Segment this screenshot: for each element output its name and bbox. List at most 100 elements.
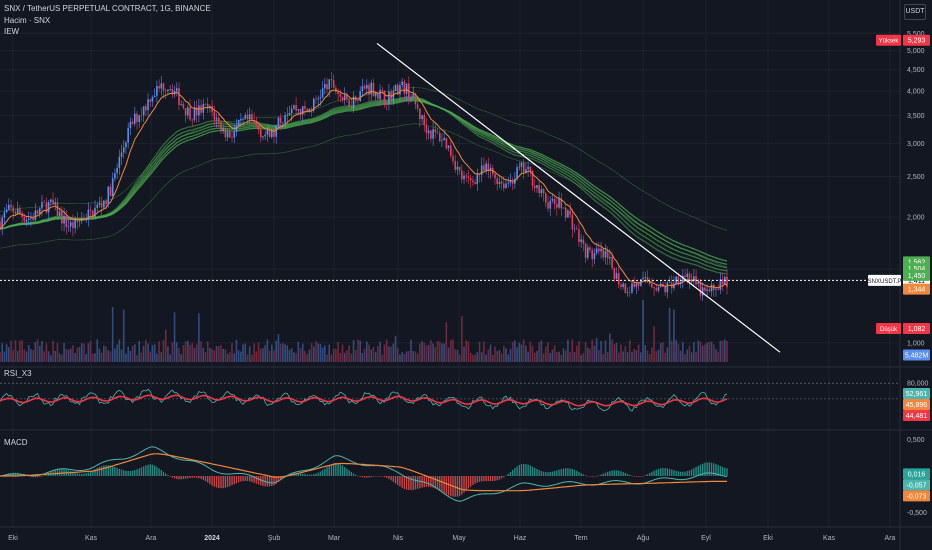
macd-histogram-bar (660, 468, 662, 476)
candle-body (416, 104, 419, 109)
level-price-label: 1,344 (908, 287, 926, 294)
volume-bar (527, 351, 529, 362)
candle-body (63, 215, 65, 224)
volume-bar (489, 344, 492, 362)
extreme-tag-low: Düşük (880, 327, 898, 333)
volume-bar (286, 345, 289, 362)
candle-body (496, 178, 498, 184)
candle-body (317, 98, 320, 100)
volume-bar (357, 339, 359, 362)
volume-bar (423, 342, 426, 362)
candle-body (304, 106, 306, 109)
volume-bar (352, 340, 355, 362)
volume-bar (142, 345, 145, 362)
candle-body (3, 212, 6, 218)
macd-histogram-bar (653, 470, 655, 476)
volume-bar (556, 351, 558, 362)
y-tick-label: 3,000 (907, 141, 925, 148)
rsi-value-label: 52,961 (906, 391, 928, 398)
volume-bar (381, 354, 384, 362)
volume-bar (337, 342, 339, 362)
trading-chart[interactable]: 5,5005,0004,5004,0003,5003,0002,5002,000… (0, 0, 932, 550)
macd-histogram-bar (611, 470, 613, 476)
volume-bar (560, 354, 563, 362)
volume-bar (100, 352, 103, 362)
macd-histogram-bar (341, 465, 344, 476)
volume-bar (14, 340, 17, 362)
candle-body (366, 84, 368, 89)
macd-histogram-bar (313, 474, 315, 476)
candle-body (264, 134, 266, 137)
candle-body (465, 175, 468, 177)
candle-body (571, 214, 574, 230)
candle-body (122, 147, 125, 153)
macd-histogram-bar (721, 466, 724, 476)
volume-bar (710, 341, 713, 362)
candle-body (184, 108, 187, 116)
macd-histogram-bar (489, 476, 492, 482)
volume-bar (69, 348, 72, 362)
volume-bar (545, 346, 547, 362)
macd-histogram-bar (233, 476, 235, 485)
volume-bar (198, 313, 200, 362)
volume-bar (264, 345, 266, 362)
macd-histogram-bar (500, 476, 503, 479)
candle-body (538, 185, 540, 194)
macd-histogram-bar (361, 476, 364, 478)
macd-histogram-bar (379, 476, 381, 477)
volume-bar (487, 349, 490, 362)
macd-histogram-bar (195, 476, 198, 478)
candle-body (204, 103, 207, 105)
volume-bar (224, 349, 227, 362)
macd-histogram-bar (328, 465, 330, 476)
macd-histogram-bar (377, 476, 379, 477)
currency-button[interactable]: USDT (904, 4, 926, 20)
y-tick-label: 2,000 (907, 214, 925, 221)
macd-histogram-bar (215, 476, 218, 488)
candle-body (580, 239, 582, 243)
macd-histogram-bar (624, 472, 627, 476)
indicator-legend: IEW (4, 27, 20, 36)
candle-body (343, 94, 346, 101)
volume-bar (32, 349, 34, 362)
macd-tick-label: 0,500 (907, 437, 925, 444)
symbol-tag: SNXUSDT.P (868, 279, 902, 285)
candle-body (598, 248, 600, 252)
volume-bar (403, 353, 406, 362)
volume-bar (195, 344, 198, 362)
macd-histogram-bar (690, 469, 693, 476)
candle-body (452, 155, 454, 162)
volume-bar (41, 341, 43, 362)
volume-bar (602, 354, 605, 362)
macd-histogram-bar (481, 476, 483, 482)
macd-histogram-bar (551, 471, 554, 476)
candle-body (436, 132, 439, 133)
macd-histogram-bar (724, 467, 726, 476)
candle-body (246, 114, 249, 120)
candle-body (467, 176, 470, 179)
macd-histogram-bar (540, 471, 543, 476)
x-tick-label: Ara (146, 535, 157, 542)
candle-body (520, 162, 523, 167)
volume-bar (87, 343, 90, 362)
macd-histogram-bar (246, 476, 249, 482)
candle-body (226, 131, 229, 138)
volume-bar (589, 348, 591, 362)
candle-body (549, 200, 552, 209)
volume-price-label: 5,482M (905, 353, 929, 360)
candle-body (293, 105, 295, 109)
candle-body (297, 109, 300, 111)
volume-bar (432, 343, 434, 362)
macd-histogram-bar (671, 469, 673, 476)
volume-bar (145, 339, 147, 362)
volume-bar (549, 353, 552, 362)
candle-body (262, 136, 264, 138)
macd-histogram-bar (564, 468, 567, 476)
candle-body (666, 282, 669, 293)
volume-bar (518, 342, 521, 362)
volume-bar (593, 345, 596, 362)
candle-body (410, 98, 412, 100)
candle-body (567, 210, 569, 218)
macd-histogram-bar (589, 476, 591, 477)
volume-bar (240, 351, 242, 362)
